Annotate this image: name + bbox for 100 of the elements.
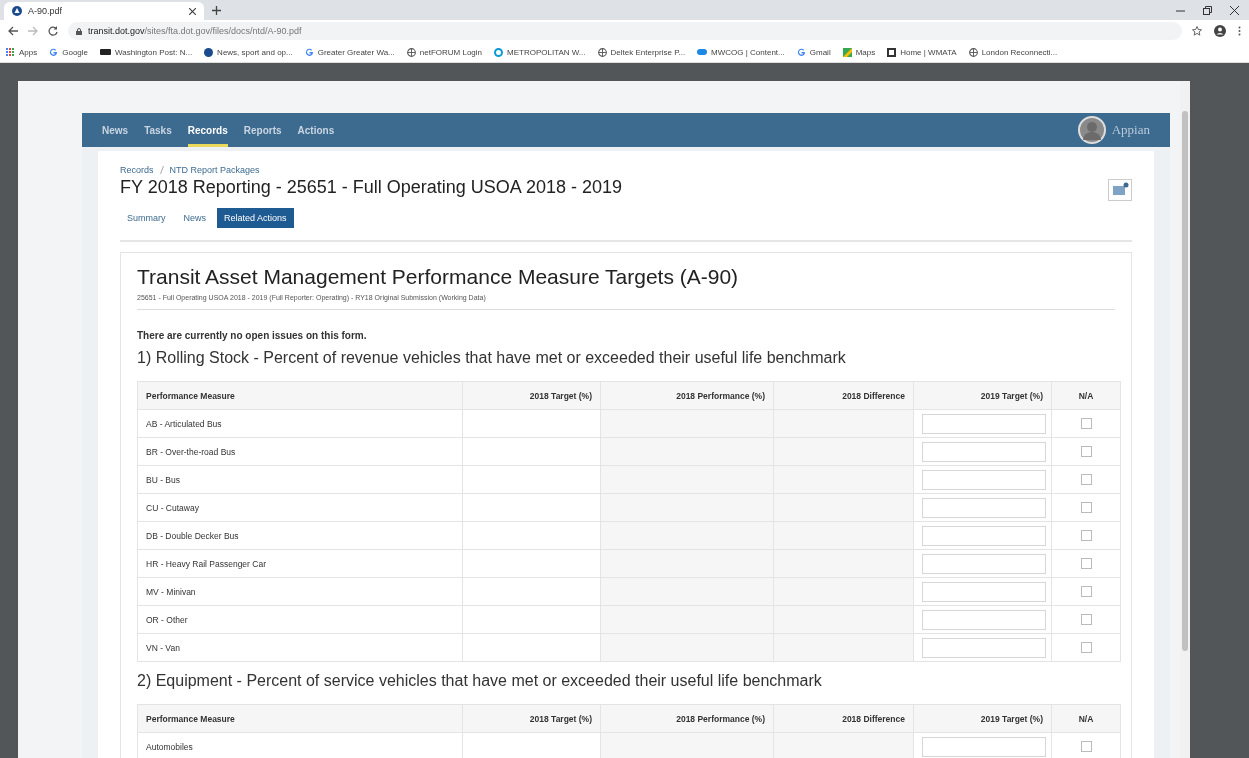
record-tab[interactable]: News: [176, 208, 214, 228]
g-logo-icon: [304, 47, 314, 57]
record-tab[interactable]: Summary: [120, 208, 173, 228]
record-title: FY 2018 Reporting - 25651 - Full Operating USOA 2018 - 2019: [120, 177, 623, 198]
column-header: 2018 Target (%): [462, 704, 601, 733]
address-bar[interactable]: transit.dot.gov/sites/fta.dot.gov/files/docs/ntd/A-90.pdf: [68, 22, 1182, 40]
bookmark-link[interactable]: Gmail: [809, 47, 831, 57]
map-icon: [842, 47, 852, 57]
bookmark-link[interactable]: Greater Greater Wa...: [317, 47, 395, 57]
bookmark-link[interactable]: Apps: [19, 47, 38, 57]
column-header: Performance Measure: [137, 704, 463, 733]
table-cell: BR - Over-the-road Bus: [137, 437, 463, 466]
bookmark-link[interactable]: MWCOG | Content...: [711, 47, 785, 57]
g-logo-icon: [49, 47, 59, 57]
bookmark-link[interactable]: METROPOLITAN W...: [507, 47, 586, 57]
checkbox[interactable]: [1080, 586, 1092, 597]
nav-tab[interactable]: Tasks: [144, 113, 172, 147]
scrollbar-thumb[interactable]: [1182, 111, 1188, 651]
input-field[interactable]: [922, 581, 1046, 602]
circle-icon: [204, 47, 214, 57]
column-header: 2018 Difference: [773, 381, 914, 410]
grid-icon: [6, 47, 15, 57]
url-text: transit.dot.gov/sites/fta.dot.gov/files/docs/ntd/A-90.pdf: [88, 26, 302, 36]
table-cell: AB - Articulated Bus: [137, 409, 463, 438]
user-name: Appian: [1111, 122, 1150, 138]
bookmark-link[interactable]: Deltek Enterprise P...: [610, 47, 686, 57]
globe-icon: [406, 47, 416, 57]
table-cell: DB - Double Decker Bus: [137, 521, 463, 550]
plus-icon[interactable]: [212, 5, 221, 15]
id-card-icon[interactable]: [1108, 179, 1132, 201]
input-field[interactable]: [922, 413, 1046, 434]
lock-icon: [76, 27, 82, 35]
g-logo-icon: [796, 47, 806, 57]
bookmark-link[interactable]: London Reconnecti...: [981, 47, 1058, 57]
close-icon[interactable]: [1230, 5, 1239, 15]
close-icon[interactable]: [189, 7, 196, 15]
nav-tab[interactable]: Reports: [243, 113, 282, 147]
nav-tab[interactable]: Actions: [297, 113, 335, 147]
checkbox[interactable]: [1080, 614, 1092, 625]
input-field[interactable]: [922, 441, 1046, 462]
forward-icon[interactable]: [28, 26, 38, 36]
breadcrumb-link[interactable]: NTD Report Packages: [169, 165, 260, 175]
input-field[interactable]: [922, 469, 1046, 490]
checkbox[interactable]: [1080, 418, 1092, 429]
globe-icon: [968, 47, 978, 57]
section-heading: 2) Equipment - Percent of service vehicles that have met or exceeded their useful life benchmark: [137, 672, 823, 690]
restore-icon[interactable]: [1203, 5, 1212, 15]
checkbox[interactable]: [1080, 558, 1092, 569]
bookmark-link[interactable]: News, sport and op...: [217, 47, 293, 57]
bookmark-link[interactable]: Google: [62, 47, 89, 57]
column-header: 2018 Target (%): [462, 381, 601, 410]
pill-icon: [697, 49, 708, 55]
reload-icon[interactable]: [48, 26, 58, 36]
checkbox[interactable]: [1080, 741, 1092, 752]
table-cell: OR - Other: [137, 605, 463, 634]
nav-tab[interactable]: News: [102, 113, 129, 147]
column-header: 2018 Difference: [773, 704, 914, 733]
menu-icon[interactable]: [1238, 26, 1241, 36]
section-heading: 1) Rolling Stock - Percent of revenue vehicles that have met or exceeded their useful life benchmark: [137, 349, 847, 367]
bookmark-link[interactable]: Maps: [855, 47, 876, 57]
checkbox[interactable]: [1080, 642, 1092, 653]
column-header: N/A: [1051, 381, 1121, 410]
input-field[interactable]: [922, 609, 1046, 630]
checkbox[interactable]: [1080, 446, 1092, 457]
browser-tab[interactable]: A-90.pdf: [4, 2, 204, 20]
column-header: 2018 Performance (%): [600, 381, 774, 410]
avatar-icon[interactable]: [1077, 116, 1106, 144]
breadcrumb-link[interactable]: Records: [120, 165, 154, 175]
input-field[interactable]: [922, 553, 1046, 574]
account-icon[interactable]: [1214, 25, 1226, 37]
bookmark-link[interactable]: netFORUM Login: [419, 47, 482, 57]
column-header: N/A: [1051, 704, 1121, 733]
logo-icon: [12, 6, 22, 16]
column-header: 2019 Target (%): [913, 381, 1052, 410]
table-cell: MV - Minivan: [137, 577, 463, 606]
input-field[interactable]: [922, 497, 1046, 518]
bookmark-link[interactable]: Home | WMATA: [900, 47, 957, 57]
table-cell: VN - Van: [137, 633, 463, 662]
ring-icon: [494, 47, 503, 57]
column-header: Performance Measure: [137, 381, 463, 410]
breadcrumb-separator: [159, 166, 164, 174]
table-cell: Automobiles: [137, 732, 463, 758]
input-field[interactable]: [922, 736, 1046, 757]
record-tab[interactable]: Related Actions: [217, 208, 294, 228]
checkbox[interactable]: [1080, 474, 1092, 485]
bookmark-link[interactable]: Washington Post: N...: [115, 47, 193, 57]
input-field[interactable]: [922, 637, 1046, 658]
star-icon[interactable]: [1192, 26, 1202, 36]
back-icon[interactable]: [8, 26, 18, 36]
globe-icon: [597, 47, 607, 57]
form-title: Transit Asset Management Performance Measure Targets (A-90): [137, 265, 740, 289]
checkbox[interactable]: [1080, 530, 1092, 541]
column-header: 2018 Performance (%): [600, 704, 774, 733]
input-field[interactable]: [922, 525, 1046, 546]
checkbox[interactable]: [1080, 502, 1092, 513]
logo-icon: [100, 48, 112, 56]
table-cell: HR - Heavy Rail Passenger Car: [137, 549, 463, 578]
column-header: 2019 Target (%): [913, 704, 1052, 733]
notice-text: There are currently no open issues on this form.: [137, 330, 368, 341]
table-cell: BU - Bus: [137, 465, 463, 494]
